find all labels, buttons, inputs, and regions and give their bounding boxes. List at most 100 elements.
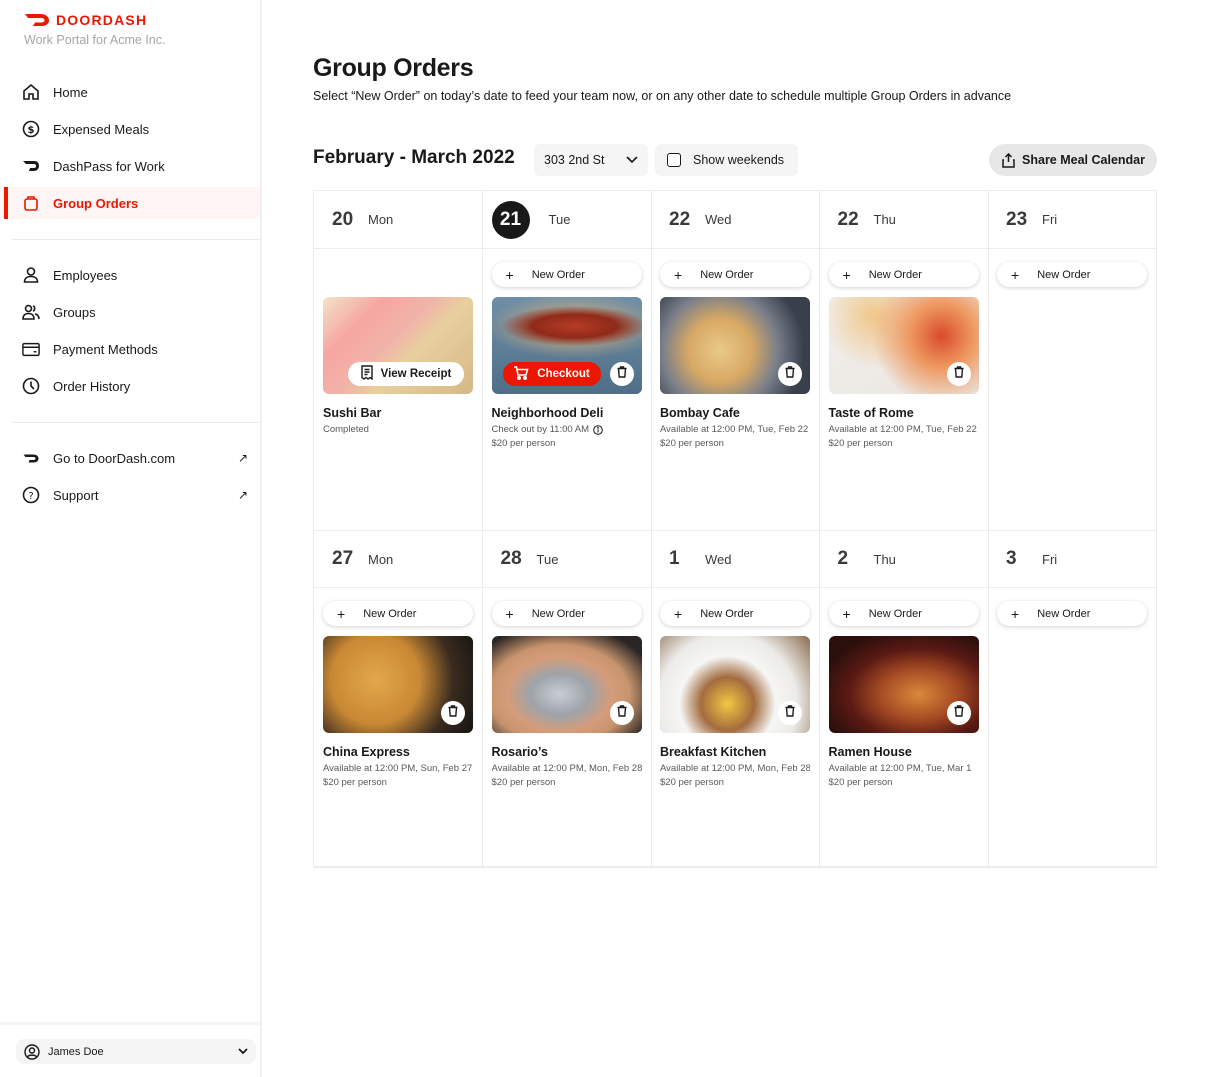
plus-icon: +: [337, 605, 346, 622]
plus-icon: +: [842, 605, 851, 622]
sidebar-item-employees[interactable]: Employees: [0, 259, 260, 291]
home-icon: [22, 83, 40, 101]
new-order-button[interactable]: + New Order: [997, 262, 1147, 287]
day-header: 23 Fri: [988, 191, 1157, 249]
day-name: Mon: [368, 551, 394, 567]
restaurant-name: Bombay Cafe: [660, 406, 740, 420]
sidebar-item-go-to-doordash[interactable]: Go to DoorDash.com ↗: [0, 442, 260, 474]
order-price: $20 per person: [491, 777, 556, 788]
dashpass-icon: [22, 157, 40, 175]
order-price: $20 per person: [828, 777, 893, 788]
dollar-circle-icon: $: [22, 120, 40, 138]
today-date-badge: 21: [491, 200, 530, 239]
new-order-label: New Order: [531, 268, 585, 281]
plus-icon: +: [1011, 605, 1020, 622]
restaurant-name: Neighborhood Deli: [491, 406, 604, 420]
new-order-button[interactable]: + New Order: [660, 601, 810, 626]
order-card[interactable]: China Express Available at 12:00 PM, Sun…: [323, 636, 473, 788]
trash-icon: [616, 365, 628, 383]
order-card[interactable]: Ramen House Available at 12:00 PM, Tue, …: [828, 636, 979, 788]
sidebar-item-payment-methods[interactable]: Payment Methods: [0, 333, 260, 365]
restaurant-name: Sushi Bar: [323, 406, 382, 420]
new-order-button[interactable]: + New Order: [323, 601, 473, 626]
brand-logo[interactable]: DOORDASH: [24, 12, 147, 28]
show-weekends-toggle[interactable]: Show weekends: [655, 144, 798, 176]
delete-order-button[interactable]: [946, 362, 971, 386]
calendar-day: 22 Thu + New Order Taste of Rome Availab…: [819, 191, 989, 530]
restaurant-photo[interactable]: Checkout: [491, 297, 642, 394]
restaurant-photo[interactable]: [660, 297, 810, 394]
restaurant-photo[interactable]: [323, 636, 473, 733]
trash-icon: [953, 704, 965, 722]
delete-order-button[interactable]: [946, 701, 971, 725]
new-order-button[interactable]: + New Order: [491, 262, 642, 287]
order-price: $20 per person: [660, 777, 724, 788]
order-card[interactable]: Bombay Cafe Available at 12:00 PM, Tue, …: [660, 297, 810, 449]
chevron-down-icon: [238, 1048, 248, 1055]
address-dropdown[interactable]: 303 2nd St: [534, 144, 648, 176]
delete-order-button[interactable]: [609, 701, 634, 725]
day-number: 3: [1006, 548, 1017, 569]
order-status-text: Completed: [323, 424, 369, 435]
new-order-button[interactable]: + New Order: [491, 601, 642, 626]
trash-icon: [784, 365, 796, 383]
sidebar-item-label: DashPass for Work: [53, 158, 165, 174]
delete-order-button[interactable]: [778, 701, 802, 725]
delete-order-button[interactable]: [441, 701, 465, 725]
calendar-day: 21 Tue + New Order Checkout Neighborhood…: [482, 191, 652, 530]
sidebar-item-order-history[interactable]: Order History: [0, 370, 260, 402]
restaurant-photo[interactable]: View Receipt: [323, 297, 473, 394]
restaurant-photo[interactable]: [828, 636, 979, 733]
order-card[interactable]: View Receipt Sushi Bar Completed: [323, 297, 473, 435]
restaurant-photo[interactable]: [660, 636, 810, 733]
new-order-button[interactable]: + New Order: [828, 262, 979, 287]
sidebar-item-expensed-meals[interactable]: $ Expensed Meals: [0, 113, 260, 145]
new-order-label: New Order: [1037, 607, 1091, 620]
sidebar-item-group-orders[interactable]: Group Orders: [0, 187, 260, 219]
sidebar-item-home[interactable]: Home: [0, 76, 260, 108]
show-weekends-checkbox[interactable]: [667, 153, 681, 167]
order-card[interactable]: Breakfast Kitchen Available at 12:00 PM,…: [660, 636, 810, 788]
restaurant-photo[interactable]: [828, 297, 979, 394]
order-status: Available at 12:00 PM, Mon, Feb 28: [660, 763, 810, 774]
new-order-button[interactable]: + New Order: [828, 601, 979, 626]
share-meal-calendar-button[interactable]: Share Meal Calendar: [989, 144, 1157, 176]
people-icon: [22, 303, 40, 321]
delete-order-button[interactable]: [609, 362, 634, 386]
sidebar-item-dashpass[interactable]: DashPass for Work: [0, 150, 260, 182]
restaurant-name: Taste of Rome: [828, 406, 914, 420]
day-header: 21 Tue: [482, 191, 651, 249]
order-status-text: Check out by 11:00 AM: [491, 424, 590, 435]
day-name: Tue: [536, 551, 559, 567]
order-card[interactable]: Checkout Neighborhood Deli Check out by …: [491, 297, 642, 449]
bag-icon: [22, 194, 40, 212]
info-icon[interactable]: [593, 424, 603, 435]
day-name: Fri: [1042, 551, 1058, 567]
checkout-button[interactable]: Checkout: [502, 362, 601, 386]
day-header: 27 Mon: [314, 530, 482, 588]
restaurant-name: Ramen House: [828, 745, 912, 759]
delete-order-button[interactable]: [778, 362, 802, 386]
sidebar-item-groups[interactable]: Groups: [0, 296, 260, 328]
day-name: Thu: [873, 212, 896, 227]
question-circle-icon: ?: [22, 486, 40, 504]
day-header: 28 Tue: [482, 530, 651, 588]
order-price: $20 per person: [323, 777, 387, 788]
user-menu-button[interactable]: James Doe: [16, 1039, 256, 1064]
external-link-icon: ↗: [237, 488, 248, 502]
new-order-label: New Order: [531, 607, 585, 620]
day-name: Wed: [705, 212, 732, 227]
sidebar-item-support[interactable]: ? Support ↗: [0, 479, 260, 511]
page-subtitle: Select “New Order” on today’s date to fe…: [313, 89, 1012, 103]
sidebar-item-label: Order History: [53, 378, 131, 394]
view-receipt-button[interactable]: View Receipt: [348, 362, 464, 386]
address-value: 303 2nd St: [544, 153, 605, 167]
new-order-button[interactable]: + New Order: [660, 262, 810, 287]
sidebar-item-label: Go to DoorDash.com: [53, 450, 176, 466]
order-card[interactable]: Rosario’s Available at 12:00 PM, Mon, Fe…: [491, 636, 642, 788]
order-card[interactable]: Taste of Rome Available at 12:00 PM, Tue…: [828, 297, 979, 449]
new-order-button[interactable]: + New Order: [997, 601, 1147, 626]
calendar-day: 2 Thu + New Order Ramen House Available …: [819, 530, 989, 869]
restaurant-photo[interactable]: [491, 636, 642, 733]
day-header: 1 Wed: [651, 530, 819, 588]
